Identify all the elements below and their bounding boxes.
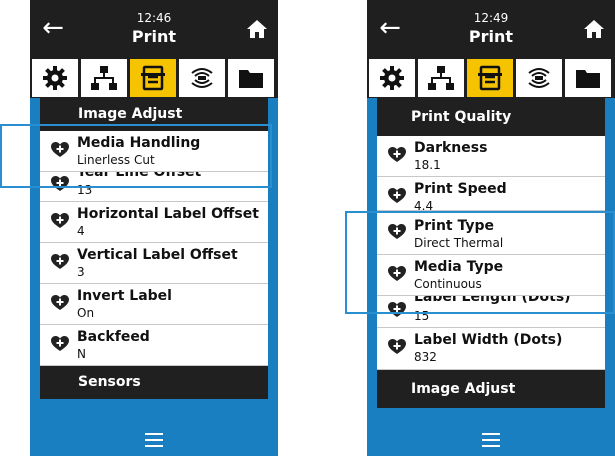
printer-screen-left: ← 12:46 Print Image Adjust Media Handlin… (30, 0, 278, 456)
tab-connectivity[interactable] (179, 59, 225, 97)
home-icon (584, 20, 604, 38)
tab-settings[interactable] (32, 59, 78, 97)
list-item[interactable]: Backfeed N (40, 325, 268, 366)
tab-connectivity[interactable] (516, 59, 562, 97)
top-bar: ← 12:49 Print (367, 0, 615, 57)
list-item[interactable]: Invert Label On (40, 284, 268, 325)
item-label: Vertical Label Offset (77, 247, 238, 263)
item-value: 4 (77, 224, 85, 238)
tab-print[interactable] (467, 59, 513, 97)
heart-plus-icon[interactable] (51, 295, 69, 311)
tab-settings[interactable] (369, 59, 415, 97)
category-tabs (367, 57, 615, 98)
wireless-icon (191, 68, 213, 88)
section-header[interactable]: Print Quality (377, 98, 605, 136)
item-value: 832 (414, 350, 437, 364)
heart-plus-icon[interactable] (51, 336, 69, 352)
item-value: 18.1 (414, 158, 441, 172)
callout-highlight-print-media-type (345, 211, 615, 314)
item-label: Invert Label (77, 288, 172, 304)
item-label: Backfeed (77, 329, 150, 345)
section-header[interactable]: Image Adjust (377, 370, 605, 408)
list-item[interactable]: Print Speed 4.4 (377, 177, 605, 211)
top-bar: ← 12:46 Print (30, 0, 278, 57)
heart-plus-icon[interactable] (388, 188, 406, 204)
list-item[interactable]: Vertical Label Offset 3 (40, 243, 268, 284)
menu-button[interactable] (139, 428, 169, 452)
list-item[interactable]: Label Width (Dots) 832 (377, 328, 605, 370)
item-value: 3 (77, 265, 85, 279)
tab-print[interactable] (130, 59, 176, 97)
page-title: Print (468, 27, 514, 46)
network-icon (91, 66, 117, 90)
item-label: Print Speed (414, 181, 507, 197)
tab-network[interactable] (418, 59, 464, 97)
item-label: Darkness (414, 140, 488, 156)
printer-icon (141, 65, 165, 91)
callout-highlight-media-handling (0, 124, 272, 188)
clock: 12:46 (136, 11, 172, 25)
gear-icon (380, 66, 404, 90)
heart-plus-icon[interactable] (51, 254, 69, 270)
page-title: Print (131, 27, 177, 46)
heart-plus-icon[interactable] (51, 213, 69, 229)
bottom-bar (30, 424, 278, 456)
heart-plus-icon[interactable] (388, 339, 406, 355)
list-item[interactable]: Darkness 18.1 (377, 136, 605, 177)
tab-storage[interactable] (565, 59, 611, 97)
home-icon (247, 20, 267, 38)
network-icon (428, 66, 454, 90)
item-value: 4.4 (414, 199, 434, 211)
item-label: Label Width (Dots) (414, 332, 563, 348)
list-item[interactable]: Horizontal Label Offset 4 (40, 202, 268, 243)
item-value: N (77, 347, 86, 361)
category-tabs (30, 57, 278, 98)
hamburger-menu-icon (482, 433, 500, 447)
folder-icon (576, 70, 600, 88)
heart-plus-icon[interactable] (388, 147, 406, 163)
hamburger-menu-icon (145, 433, 163, 447)
bottom-bar (367, 424, 615, 456)
wireless-icon (528, 68, 550, 88)
tab-network[interactable] (81, 59, 127, 97)
gear-icon (43, 66, 67, 90)
item-value: On (77, 306, 95, 320)
home-button[interactable] (583, 18, 605, 40)
menu-button[interactable] (476, 428, 506, 452)
clock: 12:49 (473, 11, 509, 25)
tab-storage[interactable] (228, 59, 274, 97)
home-button[interactable] (246, 18, 268, 40)
item-label: Horizontal Label Offset (77, 206, 259, 222)
section-header[interactable]: Sensors (40, 366, 268, 399)
printer-icon (478, 65, 502, 91)
folder-icon (239, 70, 263, 88)
